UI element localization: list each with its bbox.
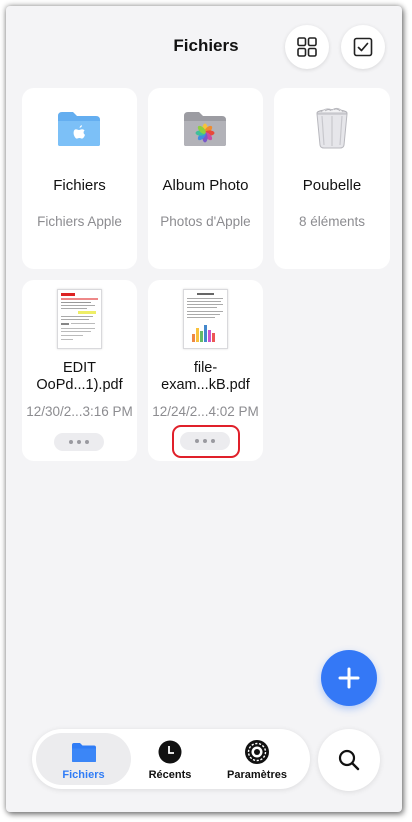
location-card-album-photo[interactable]: Album Photo Photos d'Apple	[148, 88, 263, 269]
more-dots-icon	[69, 440, 73, 444]
more-options-button[interactable]	[54, 433, 104, 451]
more-dot	[85, 440, 89, 444]
highlight-annotation	[172, 425, 240, 458]
file-card-edit[interactable]: EDIT OoPd...1).pdf 12/30/2...3:16 PM	[22, 280, 137, 461]
document-preview-icon	[61, 293, 98, 340]
document-preview-icon	[187, 293, 223, 342]
file-date: 12/24/2...4:02 PM	[152, 404, 259, 419]
folder-icon	[72, 743, 96, 762]
file-date: 12/30/2...3:16 PM	[26, 404, 133, 419]
tab-label: Paramètres	[227, 769, 287, 781]
location-card-poubelle[interactable]: Poubelle 8 éléments	[274, 88, 390, 269]
tab-parametres[interactable]: Paramètres	[217, 733, 297, 785]
file-name-line1: file-	[193, 360, 218, 376]
tab-bar: Fichiers Récents Paramètres	[32, 729, 310, 789]
location-subtitle: 8 éléments	[298, 214, 366, 229]
location-subtitle: Fichiers Apple	[37, 214, 122, 229]
more-dot	[77, 440, 81, 444]
tab-label: Récents	[148, 769, 192, 781]
file-name-line2: OoPd...1).pdf	[36, 377, 123, 393]
file-name-line2: exam...kB.pdf	[161, 377, 250, 393]
grid-icon	[297, 37, 317, 57]
search-button[interactable]	[318, 729, 380, 791]
checkbox-icon	[353, 37, 373, 57]
grid-view-button[interactable]	[285, 25, 329, 69]
location-name: Fichiers	[53, 177, 106, 194]
location-card-fichiers[interactable]: Fichiers Fichiers Apple	[22, 88, 137, 269]
file-name-line1: EDIT	[62, 360, 97, 376]
plus-icon	[338, 667, 360, 689]
gray-folder-photos-icon	[184, 112, 226, 146]
tab-label: Fichiers	[62, 769, 105, 781]
location-name: Poubelle	[302, 177, 362, 194]
location-subtitle: Photos d'Apple	[160, 214, 251, 229]
add-button[interactable]	[321, 650, 377, 706]
pdf-thumbnail	[57, 289, 102, 349]
clock-icon	[158, 740, 182, 764]
gear-icon	[245, 740, 269, 764]
location-name: Album Photo	[162, 177, 249, 194]
select-button[interactable]	[341, 25, 385, 69]
trash-bin-icon	[316, 107, 348, 149]
search-icon	[338, 749, 360, 771]
blue-folder-apple-icon	[58, 112, 100, 146]
pdf-thumbnail	[183, 289, 228, 349]
tab-recents[interactable]: Récents	[137, 733, 203, 785]
tab-fichiers[interactable]: Fichiers	[36, 733, 131, 785]
